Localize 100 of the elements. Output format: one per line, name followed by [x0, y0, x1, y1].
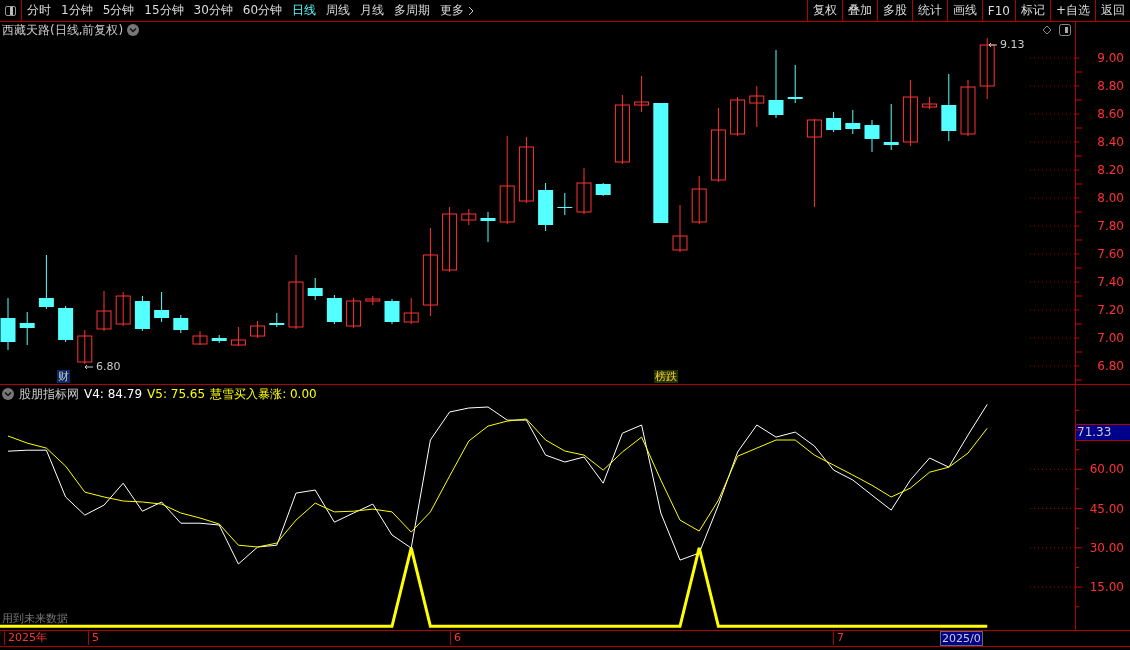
candlestick — [845, 109, 861, 135]
candlestick — [902, 79, 918, 147]
candlestick — [461, 208, 477, 226]
price-axis-label: 8.80 — [1097, 78, 1124, 94]
candlestick — [691, 175, 707, 225]
candlestick — [326, 294, 342, 325]
tick-mark — [1076, 169, 1080, 171]
dropdown-icon[interactable] — [127, 24, 140, 36]
date-axis-label: 6 — [450, 631, 461, 645]
price-axis-label: 7.00 — [1097, 330, 1124, 346]
high-price-label: 9.13 — [1000, 38, 1025, 51]
candlestick — [941, 73, 957, 142]
candlestick — [576, 167, 592, 215]
toolbar-button[interactable]: 统计 — [911, 0, 947, 21]
tick-mark — [1076, 141, 1080, 143]
arrow-icon — [84, 363, 94, 370]
tick-mark — [1076, 606, 1080, 608]
tick-mark — [1076, 586, 1083, 588]
tick-mark — [1076, 239, 1083, 241]
panel-toggle-icon[interactable] — [1059, 24, 1071, 36]
toolbar-button[interactable]: 复权 — [806, 0, 842, 21]
period-tab[interactable]: 5分钟 — [97, 0, 140, 21]
date-axis-label: 5 — [88, 631, 99, 645]
candlestick — [960, 79, 976, 137]
tick-mark — [1076, 337, 1080, 339]
indicator-value: V5: 75.65 — [147, 386, 206, 402]
event-marker[interactable]: 榜跌 — [654, 370, 678, 383]
candlestick — [250, 320, 266, 339]
tick-mark — [1076, 113, 1080, 115]
indicator-axis-label: 45.00 — [1089, 500, 1124, 517]
candlestick — [634, 75, 650, 113]
tick-mark — [1076, 429, 1083, 431]
candlestick — [211, 334, 227, 344]
tick-mark — [1076, 57, 1080, 59]
diamond-icon[interactable] — [1042, 25, 1052, 35]
period-tab[interactable]: 周线 — [321, 0, 356, 21]
price-axis-label: 8.60 — [1097, 106, 1124, 122]
tick-mark — [1076, 365, 1080, 367]
event-marker[interactable]: 财 — [57, 370, 70, 383]
tick-mark — [1076, 267, 1083, 269]
candlestick — [614, 94, 630, 165]
dropdown-icon[interactable] — [2, 388, 14, 400]
period-tab[interactable]: 15分钟 — [139, 0, 189, 21]
period-tab[interactable]: 多周期 — [389, 0, 436, 21]
candlestick — [346, 297, 362, 329]
tick-mark — [1076, 351, 1083, 353]
toolbar-button[interactable]: 多股 — [876, 0, 912, 21]
period-tab[interactable]: 月线 — [355, 0, 390, 21]
date-axis-label: 2025年 — [4, 631, 47, 645]
toolbar-button[interactable]: 标记 — [1014, 0, 1050, 21]
toolbar-button[interactable]: 返回 — [1095, 0, 1130, 21]
candlestick — [480, 211, 496, 243]
tick-mark — [1076, 211, 1083, 213]
candlestick — [58, 305, 74, 343]
candlestick — [384, 298, 400, 325]
warning-note: 用到未来数据 — [2, 612, 68, 625]
price-axis-label: 7.40 — [1097, 274, 1124, 290]
candlestick — [672, 204, 688, 253]
tick-mark — [1076, 99, 1083, 101]
date-axis-label: 7 — [833, 631, 844, 645]
indicator-value: V4: 84.79 — [84, 386, 143, 402]
candlestick — [864, 119, 880, 153]
candlestick — [115, 291, 131, 327]
tick-mark — [1076, 71, 1083, 73]
candlestick — [518, 136, 534, 204]
tick-mark — [1076, 488, 1080, 490]
tick-mark — [1076, 309, 1080, 311]
candlestick — [768, 49, 784, 119]
period-tab[interactable]: 60分钟 — [237, 0, 288, 21]
toolbar-button[interactable]: F10 — [981, 0, 1015, 21]
tick-mark — [1076, 225, 1080, 227]
indicator-axis-label: 30.00 — [1089, 539, 1124, 556]
price-axis-label: 8.00 — [1097, 190, 1124, 206]
price-axis-label: 6.80 — [1097, 358, 1124, 374]
price-axis-label: 7.80 — [1097, 218, 1124, 234]
period-tab[interactable]: 30分钟 — [188, 0, 238, 21]
candlestick — [38, 254, 54, 310]
candlestick — [557, 192, 573, 216]
more-button[interactable]: 更多 — [435, 0, 480, 21]
tick-mark — [1076, 323, 1083, 325]
candlestick — [77, 329, 93, 365]
tick-mark — [1076, 409, 1080, 411]
candlestick — [269, 312, 285, 328]
tick-mark — [1076, 379, 1083, 381]
candlestick — [307, 277, 323, 301]
period-tab[interactable]: 1分钟 — [56, 0, 98, 21]
chevron-right-icon — [468, 5, 475, 16]
candlestick — [96, 290, 112, 332]
period-tab[interactable]: 日线 — [287, 0, 322, 21]
tick-mark — [1076, 566, 1080, 568]
tick-mark — [1076, 449, 1080, 451]
toolbar-button[interactable]: 叠加 — [841, 0, 877, 21]
candlestick — [883, 103, 899, 151]
tick-mark — [1076, 547, 1083, 549]
candlestick — [154, 291, 170, 323]
toolbar-button[interactable]: 画线 — [946, 0, 982, 21]
toolbar-button[interactable]: +自选 — [1049, 0, 1095, 21]
tick-mark — [1076, 527, 1080, 529]
candlestick — [595, 182, 611, 197]
period-tab[interactable]: 分时 — [22, 0, 56, 21]
